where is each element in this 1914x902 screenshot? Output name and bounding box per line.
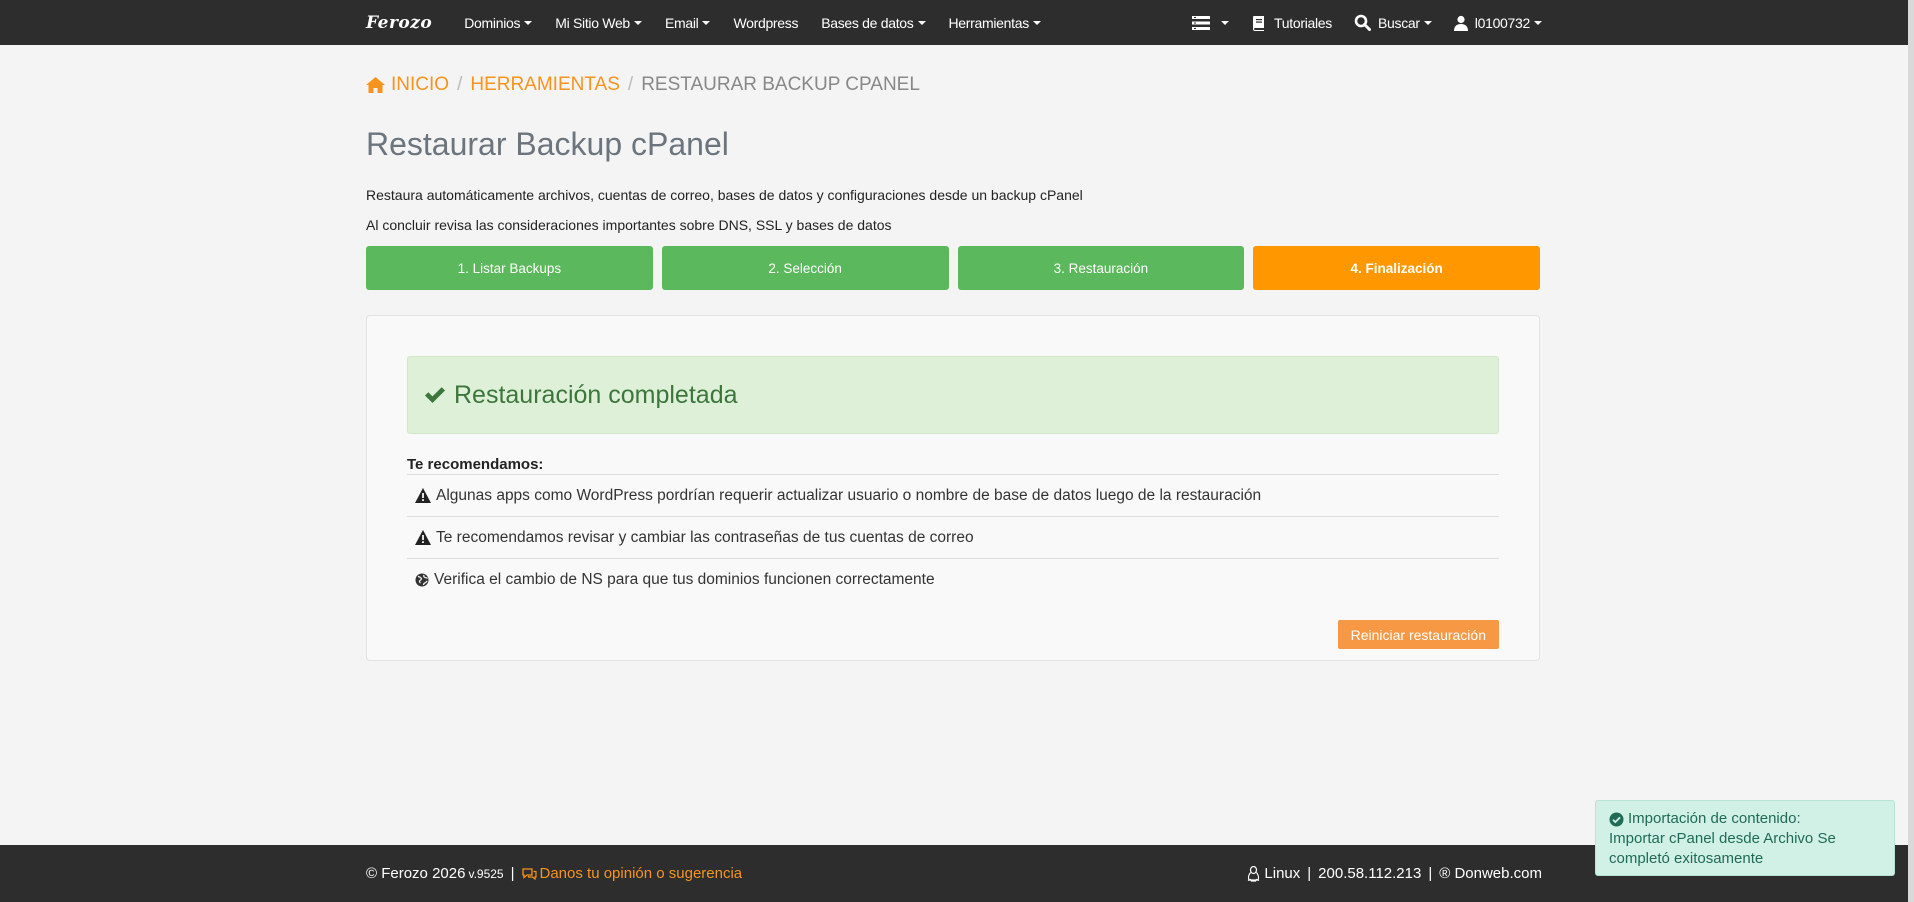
step-restauracion[interactable]: 3. Restauración [957,246,1245,290]
nav-label: Tutoriales [1274,14,1332,31]
nav-bases-de-datos[interactable]: Bases de datos [821,14,926,31]
nav-right: Tutoriales Buscar l0100732 [1192,14,1542,31]
check-icon [425,387,445,403]
menu-list-dropdown[interactable] [1192,15,1230,30]
globe-icon [415,573,429,587]
footer-ip: 200.58.112.213 [1318,865,1422,882]
nav-label: Wordpress [733,14,799,31]
user-icon [1453,15,1468,31]
footer-brand[interactable]: ® Donweb.com [1439,865,1542,882]
top-navbar: Ferozo Dominios Mi Sitio Web Email Wordp… [0,0,1908,45]
step-seleccion[interactable]: 2. Selección [661,246,949,290]
feedback-link[interactable]: Danos tu opinión o sugerencia [521,865,743,882]
nav-herramientas[interactable]: Herramientas [949,15,1041,31]
recommendations-title: Te recomendamos: [407,456,544,473]
breadcrumb: INICIO / HERRAMIENTAS / RESTAURAR BACKUP… [366,74,920,96]
nav-dominios[interactable]: Dominios [464,14,533,31]
warning-icon [415,530,431,545]
footer-server-info: Linux | 200.58.112.213 | ® Donweb.com [1247,865,1542,882]
footer-separator: | [1307,865,1312,882]
toast-notification[interactable]: Importación de contenido: Importar cPane… [1595,800,1895,876]
nav-tutoriales[interactable]: Tutoriales [1251,15,1332,31]
success-alert: Restauración completada [407,356,1499,434]
caret-down-icon [1032,20,1041,25]
feedback-label: Danos tu opinión o sugerencia [539,865,743,882]
caret-down-icon [1534,20,1542,25]
result-panel: Restauración completada Te recomendamos:… [366,315,1540,661]
ferozo-logo[interactable]: Ferozo [366,13,432,33]
toast-header: Importación de contenido: [1609,809,1881,829]
caret-down-icon [633,20,642,25]
nav-label: Herramientas [948,14,1030,31]
page-note: Al concluir revisa las consideraciones i… [366,217,892,233]
recommendation-text: Algunas apps como WordPress pordrían req… [436,486,1262,504]
step-finalizacion[interactable]: 4. Finalización [1253,246,1540,290]
nav-label: Mi Sitio Web [555,14,630,31]
toast-title: Importación de contenido: [1628,810,1801,827]
list-icon [1192,15,1211,30]
caret-down-icon [702,20,711,25]
list-item: Verifica el cambio de NS para que tus do… [407,558,1499,600]
breadcrumb-home-label: INICIO [391,74,450,95]
footer-copyright: © Ferozo 2026 [366,865,466,882]
caret-down-icon [917,20,926,25]
breadcrumb-current: RESTAURAR BACKUP CPANEL [641,74,920,95]
book-icon [1253,15,1265,31]
recommendation-text: Te recomendamos revisar y cambiar las co… [436,528,974,546]
comments-icon [521,867,537,880]
nav-mi-sitio-web[interactable]: Mi Sitio Web [555,15,642,31]
recommendations-list: Algunas apps como WordPress pordrían req… [407,474,1499,600]
scrollbar[interactable] [1908,0,1914,902]
nav-label: Buscar [1378,14,1420,31]
footer-separator: | [1428,865,1433,882]
nav-buscar[interactable]: Buscar [1354,14,1432,31]
nav-label: Dominios [464,14,521,31]
restart-restore-button[interactable]: Reiniciar restauración [1337,620,1499,649]
nav-label: l0100732 [1474,14,1531,31]
list-item: Algunas apps como WordPress pordrían req… [407,474,1499,516]
caret-down-icon [1423,20,1432,25]
footer-separator: | [510,865,515,882]
breadcrumb-tools[interactable]: HERRAMIENTAS [470,74,620,96]
nav-user[interactable]: l0100732 [1453,14,1542,31]
breadcrumb-separator: / [457,74,463,95]
success-alert-text: Restauración completada [454,380,738,409]
breadcrumb-separator: / [627,74,634,95]
page-description: Restaura automáticamente archivos, cuent… [366,187,1083,203]
caret-down-icon [1221,20,1230,25]
caret-down-icon [524,20,533,25]
breadcrumb-home[interactable]: INICIO [366,74,449,96]
search-icon [1354,14,1371,31]
nav-label: Email [664,14,699,31]
recommendation-text: Verifica el cambio de NS para que tus do… [434,570,935,588]
footer-version: v.9525 [468,866,504,881]
warning-icon [415,488,431,503]
footer-os: Linux [1264,865,1301,882]
page-title: Restaurar Backup cPanel [366,126,729,162]
nav-email[interactable]: Email [665,15,711,31]
toast-message: Importar cPanel desde Archivo Se complet… [1609,830,1836,867]
check-circle-icon [1609,812,1624,826]
wizard-steps: 1. Listar Backups 2. Selección 3. Restau… [366,246,1540,290]
home-icon [366,77,385,93]
linux-icon [1248,865,1260,882]
step-listar-backups[interactable]: 1. Listar Backups [366,246,653,290]
nav-label: Bases de datos [821,14,914,31]
nav-wordpress[interactable]: Wordpress [733,15,798,31]
list-item: Te recomendamos revisar y cambiar las co… [407,516,1499,558]
